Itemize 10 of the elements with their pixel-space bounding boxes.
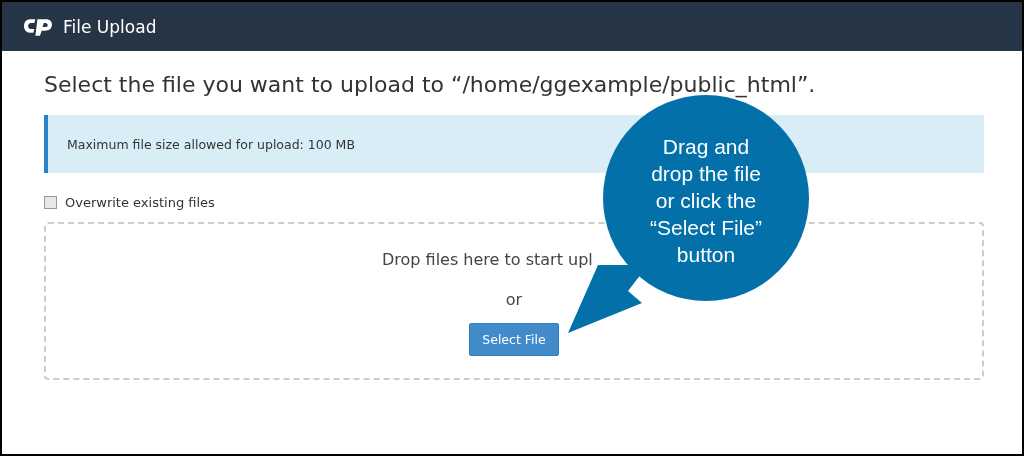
logo-icon — [24, 16, 55, 37]
or-text: or — [505, 290, 523, 309]
checkbox-label[interactable]: Overwrite existing files — [65, 194, 215, 210]
info-text: Maximum file size allowed for upload: 100 MB — [67, 136, 355, 152]
window-title: File Upload — [63, 16, 157, 37]
drop-message: Drop files here to start upl — [381, 250, 593, 269]
page-heading: Select the file you want to upload to “/home/ggexample/public_html”. — [44, 72, 817, 97]
callout-text: Drag and drop the file or click the “Select File” button — [649, 134, 763, 268]
select-file-button[interactable]: Select File — [469, 323, 559, 356]
checkbox[interactable] — [44, 195, 57, 209]
